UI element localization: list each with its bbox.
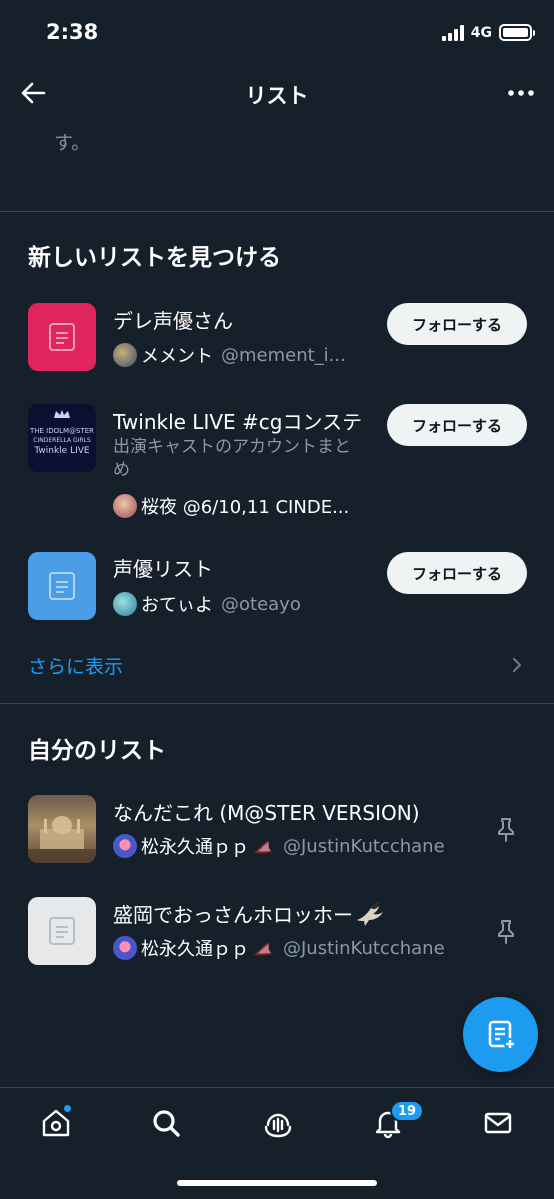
top-header: リスト bbox=[0, 66, 554, 122]
discover-list-item[interactable]: 声優リスト おてぃよ @oteayo フォローする bbox=[0, 552, 554, 624]
list-owner: 松永久通ｐｐ @JustinKutcchane bbox=[113, 833, 445, 859]
spaces-icon bbox=[264, 1113, 292, 1138]
list-thumbnail bbox=[28, 552, 96, 620]
discover-section-title: 新しいリストを見つける bbox=[28, 245, 281, 271]
owner-name: 松永久通ｐｐ bbox=[141, 837, 249, 858]
list-icon bbox=[49, 572, 75, 600]
my-lists-section-title: 自分のリスト bbox=[28, 738, 166, 764]
list-title: Twinkle LIVE #cgコンステ bbox=[113, 410, 363, 434]
follow-button[interactable]: フォローする bbox=[387, 552, 527, 594]
flame-icon bbox=[254, 942, 272, 956]
owner-handle: @JustinKutcchane bbox=[283, 835, 445, 857]
list-thumbnail bbox=[28, 795, 96, 863]
owner-handle: @JustinKutcchane bbox=[283, 937, 445, 959]
tab-messages[interactable] bbox=[478, 1103, 518, 1143]
avatar bbox=[113, 343, 137, 367]
owner-name: メメント bbox=[141, 346, 213, 367]
owner-handle: @mement_i... bbox=[221, 344, 346, 366]
discover-list-item[interactable]: THE IDOLM@STER CINDERELLA GIRLS Twinkle … bbox=[0, 404, 554, 524]
faded-intro-text: す。 bbox=[54, 132, 91, 154]
follow-button[interactable]: フォローする bbox=[387, 303, 527, 345]
new-list-icon bbox=[488, 1020, 516, 1050]
list-title-row: 盛岡でおっさんホロッホー bbox=[113, 899, 385, 928]
discover-list-item[interactable]: デレ声優さん メメント @mement_i... フォローする bbox=[0, 303, 554, 375]
signal-icon bbox=[441, 24, 464, 41]
avatar bbox=[113, 592, 137, 616]
bird-icon bbox=[357, 901, 383, 926]
show-more-link[interactable]: さらに表示 bbox=[28, 652, 123, 679]
status-time: 2:38 bbox=[46, 20, 99, 44]
owner-name: おてぃよ bbox=[141, 595, 213, 616]
owner-handle: @oteayo bbox=[221, 593, 301, 615]
list-title: なんだこれ (M@STER VERSION) bbox=[113, 801, 420, 825]
pin-icon[interactable] bbox=[492, 917, 520, 945]
list-description: 出演キャストのアカウントまとめ bbox=[113, 437, 351, 480]
my-list-item[interactable]: 盛岡でおっさんホロッホー 松永久通ｐｐ @JustinKutcchane bbox=[0, 897, 554, 967]
section-divider bbox=[0, 703, 554, 704]
page-title: リスト bbox=[245, 84, 309, 108]
follow-button[interactable]: フォローする bbox=[387, 404, 527, 446]
pin-icon[interactable] bbox=[492, 815, 520, 843]
status-bar: 2:38 4G bbox=[0, 0, 554, 66]
list-icon bbox=[49, 917, 75, 945]
list-thumbnail: THE IDOLM@STER CINDERELLA GIRLS Twinkle … bbox=[28, 404, 96, 472]
palace-image-icon bbox=[28, 816, 96, 863]
list-thumbnail bbox=[28, 303, 96, 371]
notifications-badge: 19 bbox=[390, 1100, 425, 1122]
list-owner: 松永久通ｐｐ @JustinKutcchane bbox=[113, 935, 445, 961]
my-list-item[interactable]: なんだこれ (M@STER VERSION) 松永久通ｐｐ @JustinKut… bbox=[0, 795, 554, 865]
network-type: 4G bbox=[470, 24, 492, 41]
list-title: 盛岡でおっさんホロッホー bbox=[113, 903, 353, 927]
list-owner: メメント @mement_i... bbox=[113, 342, 346, 368]
list-icon bbox=[49, 323, 75, 351]
create-list-button[interactable] bbox=[463, 997, 538, 1072]
owner-name: 松永久通ｐｐ bbox=[141, 939, 249, 960]
battery-icon bbox=[499, 24, 535, 41]
search-icon bbox=[153, 1110, 180, 1137]
status-indicators: 4G bbox=[441, 24, 535, 41]
tab-spaces[interactable] bbox=[258, 1103, 298, 1143]
thumb-text-mid: CINDERELLA GIRLS bbox=[33, 436, 91, 444]
flame-icon bbox=[254, 840, 272, 854]
owner-name: 桜夜 @6/10,11 CINDE... bbox=[141, 497, 350, 518]
list-title: デレ声優さん bbox=[113, 309, 233, 333]
thumb-text-top: THE IDOLM@STER bbox=[29, 426, 95, 435]
mail-icon bbox=[484, 1112, 512, 1134]
chevron-right-icon[interactable] bbox=[508, 656, 526, 674]
list-owner: 桜夜 @6/10,11 CINDE... bbox=[113, 493, 349, 519]
list-title: 声優リスト bbox=[113, 557, 213, 581]
home-indicator bbox=[177, 1180, 377, 1186]
avatar bbox=[113, 494, 137, 518]
list-thumbnail bbox=[28, 897, 96, 965]
thumb-text-bottom: Twinkle LIVE bbox=[34, 445, 90, 456]
section-divider bbox=[0, 211, 554, 212]
avatar bbox=[113, 936, 137, 960]
tab-search[interactable] bbox=[146, 1103, 186, 1143]
tab-home[interactable] bbox=[36, 1103, 76, 1143]
more-options-icon[interactable] bbox=[506, 78, 536, 108]
list-owner: おてぃよ @oteayo bbox=[113, 591, 301, 617]
avatar bbox=[113, 834, 137, 858]
home-unread-dot bbox=[63, 1104, 72, 1113]
crown-icon bbox=[54, 410, 70, 418]
